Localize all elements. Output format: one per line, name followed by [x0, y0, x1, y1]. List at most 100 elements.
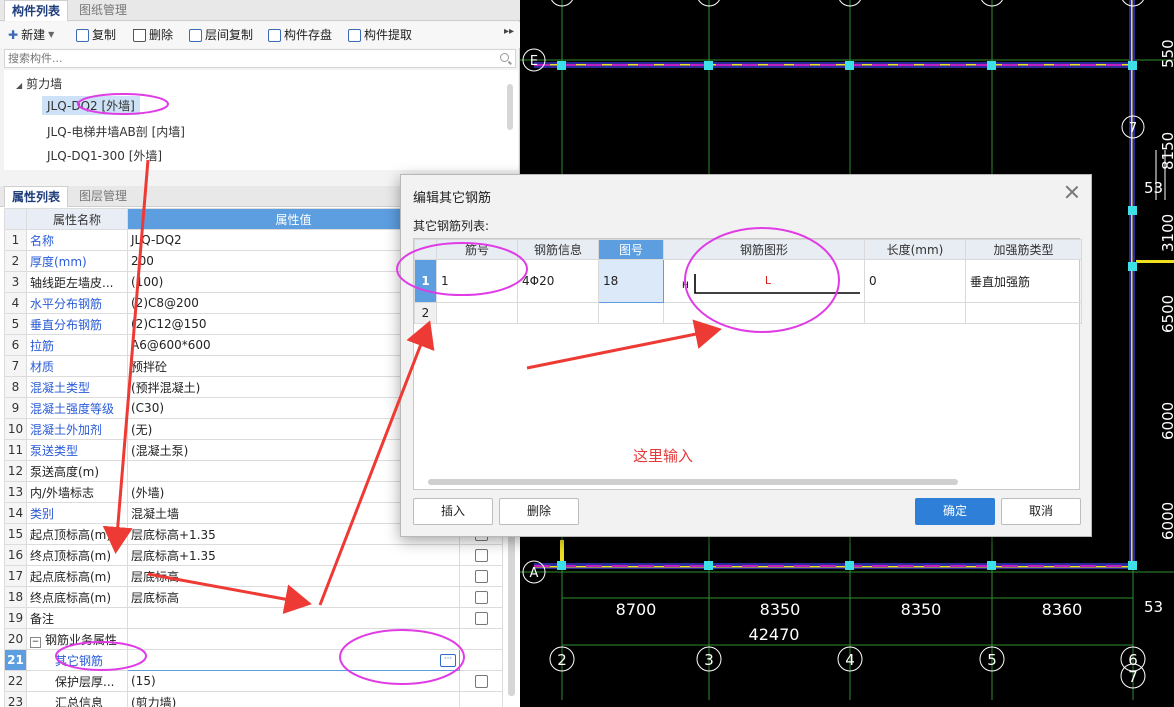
tree-category-shear-wall[interactable]: ◢ 剪力墙: [16, 75, 62, 92]
rebar-length-cell[interactable]: 0: [864, 259, 966, 303]
property-row[interactable]: 21 其它钢筋 ···: [4, 649, 503, 671]
property-value-text: (剪力墙): [131, 695, 177, 707]
property-name: 厚度(mm): [26, 250, 128, 272]
tab-property-list[interactable]: 属性列表: [4, 186, 69, 207]
attach-checkbox[interactable]: [474, 612, 488, 625]
tree-item-jlq-dq2[interactable]: JLQ-DQ2 [外墙]: [42, 96, 140, 115]
copy-label: 复制: [92, 28, 117, 42]
cad-label: 53: [1144, 598, 1163, 616]
table-row[interactable]: 2: [414, 302, 1082, 324]
property-name-label: 内/外墙标志: [30, 485, 95, 500]
attach-checkbox[interactable]: [474, 675, 488, 688]
property-row-num: 12: [4, 460, 27, 482]
copy-button[interactable]: 复制: [76, 25, 116, 45]
collapse-icon[interactable]: −: [30, 636, 41, 648]
tab-component-list[interactable]: 构件列表: [4, 0, 69, 21]
property-row-num: 14: [4, 502, 27, 524]
property-row[interactable]: 19 备注: [4, 607, 503, 629]
new-label: 新建: [21, 28, 46, 42]
property-value-text: (预拌混凝土): [131, 380, 201, 395]
insert-button[interactable]: 插入: [413, 498, 493, 525]
component-extract-label: 构件提取: [364, 28, 413, 42]
property-value[interactable]: 层底标高: [127, 586, 460, 608]
cad-label: 6: [1128, 651, 1138, 669]
rebar-type-cell[interactable]: 垂直加强筋: [965, 259, 1082, 303]
search-icon[interactable]: [500, 53, 509, 62]
delete-button[interactable]: 删除: [133, 25, 173, 45]
attach-checkbox[interactable]: [474, 570, 488, 583]
property-row[interactable]: 16 终点顶标高(m) 层底标高+1.35: [4, 544, 503, 566]
property-value[interactable]: 层底标高+1.35: [127, 544, 460, 566]
rebar-row-num[interactable]: 2: [414, 302, 437, 324]
tab-layer-management[interactable]: 图层管理: [72, 186, 134, 207]
ok-button[interactable]: 确定: [915, 498, 995, 525]
rebar-bar-no-cell[interactable]: [436, 302, 518, 324]
rebar-fig-no-cell[interactable]: 18: [598, 259, 664, 303]
property-value[interactable]: (剪力墙): [127, 691, 460, 707]
delete-row-button[interactable]: 删除: [499, 498, 579, 525]
cad-label: 53: [1144, 179, 1163, 197]
rebar-shape-cell[interactable]: [663, 302, 865, 324]
property-value[interactable]: (15): [127, 670, 460, 692]
rebar-grid-hscrollbar[interactable]: [428, 479, 958, 485]
property-value-text: JLQ-DQ2: [131, 233, 182, 247]
property-name: 泵送类型: [26, 439, 128, 461]
property-row-num: 3: [4, 271, 27, 293]
property-row-num: 16: [4, 544, 27, 566]
property-name-label: 材质: [30, 359, 55, 374]
property-value[interactable]: [127, 607, 460, 629]
component-extract-button[interactable]: 构件提取: [348, 25, 412, 45]
rebar-shape-cell[interactable]: H L: [663, 259, 865, 303]
table-row[interactable]: 1 1 4Φ20 18 H L 0 垂直加强筋: [414, 259, 1082, 303]
attach-checkbox[interactable]: [474, 549, 488, 562]
edit-other-rebar-dialog: 编辑其它钢筋 其它钢筋列表: 筋号 钢筋信息 图号 钢筋图形 长度(mm) 加强…: [400, 174, 1092, 537]
property-row-num: 19: [4, 607, 27, 629]
property-value[interactable]: 层底标高: [127, 565, 460, 587]
property-value-text: 混凝土墙: [131, 506, 180, 521]
cad-label: 2: [557, 651, 567, 669]
tree-item-jlq-elevator[interactable]: JLQ-电梯井墙AB剖 [内墙]: [47, 123, 185, 140]
property-row[interactable]: 17 起点底标高(m) 层底标高: [4, 565, 503, 587]
more-options-icon[interactable]: ···: [440, 654, 456, 667]
caret-down-icon[interactable]: ◢: [16, 81, 22, 90]
property-value-text: (2)C12@150: [131, 317, 207, 331]
rebar-header-info: 钢筋信息: [517, 239, 599, 260]
rebar-row-num[interactable]: 1: [414, 259, 437, 303]
close-icon[interactable]: [1065, 185, 1079, 199]
tab-drawing-management[interactable]: 图纸管理: [72, 0, 134, 21]
property-row-num: 2: [4, 250, 27, 272]
component-search-input[interactable]: [5, 50, 485, 67]
cad-label: 8700: [616, 600, 657, 619]
property-attach-cell: [459, 586, 503, 608]
property-value-text: 层底标高: [131, 590, 180, 605]
rebar-fig-no-cell[interactable]: [598, 302, 664, 324]
floor-copy-button[interactable]: 层间复制: [189, 25, 253, 45]
property-row[interactable]: 20− 钢筋业务属性: [4, 628, 503, 650]
property-name: 名称: [26, 229, 128, 251]
property-row-num: 17: [4, 565, 27, 587]
cancel-button[interactable]: 取消: [1001, 498, 1081, 525]
tree-item-jlq-dq1-300[interactable]: JLQ-DQ1-300 [外墙]: [47, 147, 162, 164]
property-value[interactable]: [127, 628, 460, 650]
tree-scrollbar[interactable]: [507, 84, 513, 130]
toolbar-overflow-icon[interactable]: ▸▸: [504, 26, 514, 37]
rebar-header-rownum: [414, 239, 437, 260]
property-value[interactable]: ···: [127, 649, 460, 671]
property-row[interactable]: 23 汇总信息 (剪力墙): [4, 691, 503, 707]
new-button[interactable]: ✚ 新建 ▼: [8, 25, 54, 45]
property-value-text: 200: [131, 254, 154, 268]
attach-checkbox[interactable]: [474, 591, 488, 604]
rebar-info-cell[interactable]: 4Φ20: [517, 259, 599, 303]
delete-label: 删除: [149, 28, 174, 42]
property-attach-cell: [459, 691, 503, 707]
cad-label: 8350: [901, 600, 942, 619]
rebar-length-cell[interactable]: [864, 302, 966, 324]
property-row[interactable]: 18 终点底标高(m) 层底标高: [4, 586, 503, 608]
property-value-text: A6@600*600: [131, 338, 211, 352]
rebar-bar-no-cell[interactable]: 1: [436, 259, 518, 303]
component-save-button[interactable]: 构件存盘: [268, 25, 332, 45]
rebar-info-cell[interactable]: [517, 302, 599, 324]
rebar-type-cell[interactable]: [965, 302, 1082, 324]
property-attach-cell: [459, 544, 503, 566]
property-row[interactable]: 22 保护层厚... (15): [4, 670, 503, 692]
